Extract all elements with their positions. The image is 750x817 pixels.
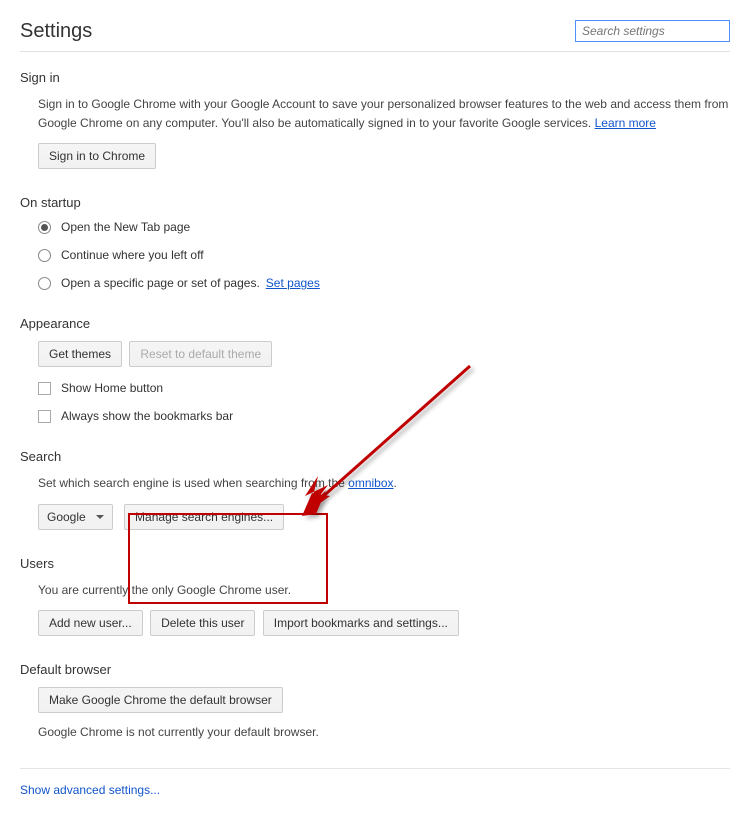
radio-icon bbox=[38, 221, 51, 234]
page-title: Settings bbox=[20, 20, 92, 43]
add-user-button[interactable]: Add new user... bbox=[38, 610, 143, 636]
header: Settings bbox=[20, 20, 730, 52]
appearance-title: Appearance bbox=[20, 316, 730, 331]
search-settings-input[interactable] bbox=[575, 20, 730, 42]
checkbox-icon bbox=[38, 382, 51, 395]
set-pages-link[interactable]: Set pages bbox=[266, 276, 320, 290]
signin-button[interactable]: Sign in to Chrome bbox=[38, 143, 156, 169]
search-title: Search bbox=[20, 449, 730, 464]
checkbox-show-home[interactable]: Show Home button bbox=[38, 381, 730, 395]
get-themes-button[interactable]: Get themes bbox=[38, 341, 122, 367]
divider bbox=[20, 768, 730, 769]
search-engine-select[interactable]: Google bbox=[38, 504, 113, 530]
manage-search-engines-button[interactable]: Manage search engines... bbox=[124, 504, 284, 530]
delete-user-button[interactable]: Delete this user bbox=[150, 610, 255, 636]
signin-title: Sign in bbox=[20, 70, 730, 85]
section-appearance: Appearance Get themes Reset to default t… bbox=[20, 316, 730, 423]
reset-theme-button[interactable]: Reset to default theme bbox=[129, 341, 272, 367]
radio-continue[interactable]: Continue where you left off bbox=[38, 248, 730, 262]
show-advanced-link[interactable]: Show advanced settings... bbox=[20, 783, 160, 797]
radio-continue-label: Continue where you left off bbox=[61, 248, 204, 262]
radio-newtab-label: Open the New Tab page bbox=[61, 220, 190, 234]
search-desc-prefix: Set which search engine is used when sea… bbox=[38, 476, 348, 490]
checkbox-icon bbox=[38, 410, 51, 423]
radio-icon bbox=[38, 249, 51, 262]
search-engine-value: Google bbox=[47, 510, 86, 524]
default-browser-desc: Google Chrome is not currently your defa… bbox=[38, 723, 730, 742]
section-signin: Sign in Sign in to Google Chrome with yo… bbox=[20, 70, 730, 169]
section-default-browser: Default browser Make Google Chrome the d… bbox=[20, 662, 730, 742]
omnibox-link[interactable]: omnibox bbox=[348, 476, 393, 490]
radio-icon bbox=[38, 277, 51, 290]
make-default-browser-button[interactable]: Make Google Chrome the default browser bbox=[38, 687, 283, 713]
learn-more-link[interactable]: Learn more bbox=[595, 116, 656, 130]
search-desc-suffix: . bbox=[394, 476, 397, 490]
search-description: Set which search engine is used when sea… bbox=[38, 474, 730, 493]
radio-newtab[interactable]: Open the New Tab page bbox=[38, 220, 730, 234]
section-startup: On startup Open the New Tab page Continu… bbox=[20, 195, 730, 290]
show-bookmarks-label: Always show the bookmarks bar bbox=[61, 409, 233, 423]
settings-page: Settings Sign in Sign in to Google Chrom… bbox=[20, 20, 730, 797]
checkbox-show-bookmarks[interactable]: Always show the bookmarks bar bbox=[38, 409, 730, 423]
import-bookmarks-button[interactable]: Import bookmarks and settings... bbox=[263, 610, 459, 636]
chevron-down-icon bbox=[96, 515, 104, 519]
default-browser-title: Default browser bbox=[20, 662, 730, 677]
users-title: Users bbox=[20, 556, 730, 571]
users-desc: You are currently the only Google Chrome… bbox=[38, 581, 730, 600]
show-home-label: Show Home button bbox=[61, 381, 163, 395]
radio-specific-label: Open a specific page or set of pages. bbox=[61, 276, 260, 290]
startup-title: On startup bbox=[20, 195, 730, 210]
signin-description: Sign in to Google Chrome with your Googl… bbox=[38, 95, 730, 133]
section-users: Users You are currently the only Google … bbox=[20, 556, 730, 636]
section-search: Search Set which search engine is used w… bbox=[20, 449, 730, 529]
radio-specific[interactable]: Open a specific page or set of pages. Se… bbox=[38, 276, 730, 290]
